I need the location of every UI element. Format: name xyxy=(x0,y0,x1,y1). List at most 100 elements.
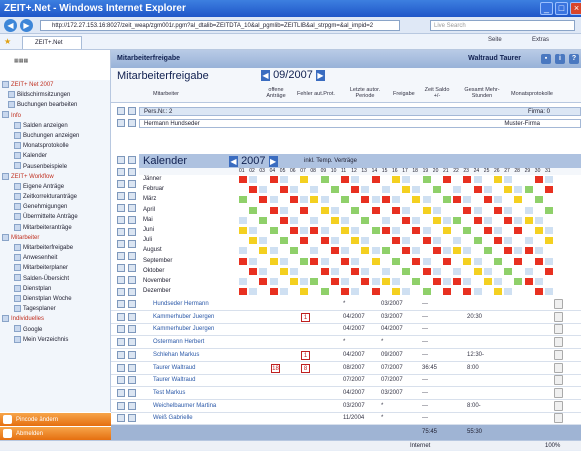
calendar-day-cell[interactable] xyxy=(545,257,553,265)
calendar-day-cell[interactable] xyxy=(270,268,278,275)
calendar-day-cell[interactable] xyxy=(239,186,247,193)
sidebar-item[interactable]: Bildschirmsitzungen xyxy=(0,90,110,100)
calendar-day-cell[interactable] xyxy=(422,257,431,265)
calendar-day-cell[interactable] xyxy=(412,268,420,275)
calendar-day-cell[interactable] xyxy=(524,267,533,275)
calendar-day-cell[interactable] xyxy=(249,196,257,203)
calendar-day-cell[interactable] xyxy=(361,176,369,183)
calendar-day-cell[interactable] xyxy=(300,257,309,265)
list-icon[interactable] xyxy=(128,388,136,397)
employee-name[interactable]: Weichelbaumer Martina xyxy=(153,403,216,409)
calendar-day-cell[interactable] xyxy=(300,227,309,234)
calendar-day-cell[interactable] xyxy=(341,257,349,265)
calendar-day-cell[interactable] xyxy=(371,278,380,285)
calendar-day-cell[interactable] xyxy=(514,196,523,204)
calendar-day-cell[interactable] xyxy=(443,227,451,234)
calendar-day-cell[interactable] xyxy=(351,206,360,214)
save-icon[interactable]: ▪ xyxy=(541,54,551,64)
protocol-button[interactable] xyxy=(554,387,563,398)
calendar-day-cell[interactable] xyxy=(269,288,278,296)
calendar-day-cell[interactable] xyxy=(300,268,308,275)
calendar-day-cell[interactable] xyxy=(412,237,420,244)
calendar-day-cell[interactable] xyxy=(433,196,441,203)
calendar-day-cell[interactable] xyxy=(259,267,268,275)
calendar-day-cell[interactable] xyxy=(392,237,400,245)
calendar-day-cell[interactable] xyxy=(341,247,349,255)
sidebar-item[interactable]: Individuelles xyxy=(0,314,110,324)
calendar-day-cell[interactable] xyxy=(453,258,461,265)
calendar-day-cell[interactable] xyxy=(290,267,298,275)
list-icon[interactable] xyxy=(128,312,136,321)
calendar-day-cell[interactable] xyxy=(412,207,420,214)
calendar-day-cell[interactable] xyxy=(269,176,278,183)
browser-tab[interactable]: ZEIT+.Net xyxy=(22,36,82,49)
calendar-day-cell[interactable] xyxy=(331,258,339,265)
calendar-day-cell[interactable] xyxy=(259,288,267,295)
tool-page[interactable]: Seite xyxy=(488,37,502,43)
calendar-day-cell[interactable] xyxy=(310,268,318,275)
calendar-day-cell[interactable] xyxy=(361,258,369,265)
calendar-day-cell[interactable] xyxy=(249,257,258,265)
calendar-day-cell[interactable] xyxy=(331,227,339,234)
calendar-day-cell[interactable] xyxy=(351,186,360,194)
calendar-day-cell[interactable] xyxy=(371,206,380,214)
calendar-day-cell[interactable] xyxy=(402,196,410,203)
calendar-day-cell[interactable] xyxy=(494,268,502,275)
calendar-day-cell[interactable] xyxy=(514,176,522,183)
calendar-day-cell[interactable] xyxy=(463,186,471,193)
calendar-day-cell[interactable] xyxy=(320,267,329,275)
calendar-day-cell[interactable] xyxy=(422,237,431,245)
calendar-day-cell[interactable] xyxy=(535,186,543,193)
calendar-day-cell[interactable] xyxy=(331,288,339,295)
calendar-day-cell[interactable] xyxy=(259,258,267,265)
calendar-day-cell[interactable] xyxy=(341,278,349,285)
calendar-day-cell[interactable] xyxy=(249,278,257,285)
calendar-day-cell[interactable] xyxy=(321,278,329,285)
calendar-day-cell[interactable] xyxy=(504,278,512,285)
calendar-day-cell[interactable] xyxy=(514,227,523,234)
calendar-day-cell[interactable] xyxy=(453,278,462,285)
calendar-day-cell[interactable] xyxy=(320,288,329,296)
calendar-day-cell[interactable] xyxy=(310,216,319,224)
calendar-day-cell[interactable] xyxy=(463,176,472,183)
calendar-day-cell[interactable] xyxy=(402,237,411,245)
list-icon[interactable] xyxy=(128,228,136,236)
calendar-day-cell[interactable] xyxy=(371,257,380,265)
calendar-day-cell[interactable] xyxy=(341,268,349,275)
calendar-day-cell[interactable] xyxy=(504,176,513,183)
calendar-day-cell[interactable] xyxy=(351,237,360,245)
edit-icon[interactable] xyxy=(117,168,125,176)
calendar-day-cell[interactable] xyxy=(402,288,411,296)
calendar-day-cell[interactable] xyxy=(392,186,400,193)
calendar-day-cell[interactable] xyxy=(514,237,522,244)
calendar-day-cell[interactable] xyxy=(402,176,411,183)
calendar-day-cell[interactable] xyxy=(371,288,380,296)
table-row[interactable]: Hundseder Hermann * 03/2007 --- xyxy=(111,298,581,311)
calendar-day-cell[interactable] xyxy=(534,227,543,234)
protocol-button[interactable] xyxy=(554,337,563,348)
calendar-day-cell[interactable] xyxy=(351,288,360,296)
calendar-day-cell[interactable] xyxy=(239,216,247,224)
calendar-day-cell[interactable] xyxy=(372,217,380,224)
edit-icon[interactable] xyxy=(117,414,125,423)
calendar-day-cell[interactable] xyxy=(545,278,553,285)
edit-icon[interactable] xyxy=(117,376,125,385)
calendar-day-cell[interactable] xyxy=(483,267,492,275)
calendar-day-cell[interactable] xyxy=(463,257,472,265)
calendar-day-cell[interactable] xyxy=(463,206,472,214)
calendar-day-cell[interactable] xyxy=(473,176,482,183)
calendar-day-cell[interactable] xyxy=(270,186,278,193)
calendar-day-cell[interactable] xyxy=(269,206,278,214)
calendar-day-cell[interactable] xyxy=(545,196,553,203)
calendar-day-cell[interactable] xyxy=(239,288,247,296)
list-icon[interactable] xyxy=(128,264,136,272)
calendar-day-cell[interactable] xyxy=(443,268,451,275)
calendar-day-cell[interactable] xyxy=(239,247,247,255)
calendar-day-cell[interactable] xyxy=(494,247,502,254)
sidebar-item[interactable]: Salden-Übersicht xyxy=(0,274,110,284)
calendar-day-cell[interactable] xyxy=(494,278,502,285)
calendar-day-cell[interactable] xyxy=(484,288,492,295)
calendar-day-cell[interactable] xyxy=(534,247,543,255)
calendar-day-cell[interactable] xyxy=(392,257,400,265)
edit-icon[interactable] xyxy=(117,204,125,212)
